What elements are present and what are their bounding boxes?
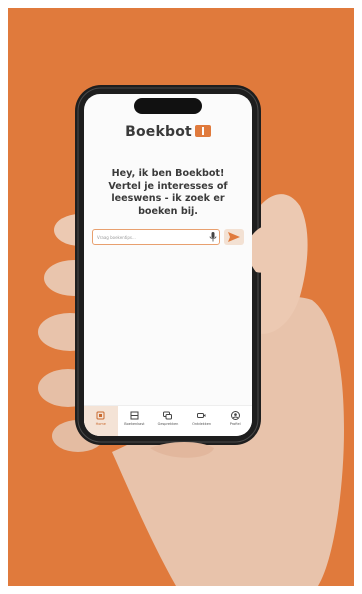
book-logo-icon xyxy=(194,125,211,137)
greeting-text: Hey, ik ben Boekbot! Vertel je interesse… xyxy=(108,168,228,217)
photo-frame: Boekbot Hey, ik ben Boekbot! Vertel je i… xyxy=(0,0,362,594)
nav-label: Ontdekken xyxy=(192,422,212,426)
app-title: Boekbot xyxy=(125,124,192,140)
nav-label: Profiel xyxy=(229,422,241,426)
discover-icon xyxy=(197,413,206,418)
nav-label: Boekenkast xyxy=(124,422,145,426)
send-arrow-icon xyxy=(228,232,240,242)
nav-item-chats[interactable]: Gesprekken xyxy=(151,406,185,436)
bottom-nav: Home Boekenkast Gesprekken Ontdekken Pro… xyxy=(84,405,252,436)
search-input[interactable]: Vraag boekentips... xyxy=(92,229,220,245)
nav-label: Gesprekken xyxy=(157,422,179,426)
phone-screen: Boekbot Hey, ik ben Boekbot! Vertel je i… xyxy=(84,94,252,436)
app-brand: Boekbot xyxy=(84,124,252,140)
dynamic-island xyxy=(134,98,202,114)
home-icon xyxy=(96,411,105,420)
nav-item-discover[interactable]: Ontdekken xyxy=(185,406,219,436)
microphone-icon[interactable] xyxy=(209,232,217,242)
nav-item-bookshelf[interactable]: Boekenkast xyxy=(118,406,152,436)
profile-icon xyxy=(230,411,240,420)
nav-item-home[interactable]: Home xyxy=(84,406,118,436)
nav-item-profile[interactable]: Profiel xyxy=(218,406,252,436)
search-row: Vraag boekentips... xyxy=(92,229,244,247)
bookshelf-icon xyxy=(130,411,139,420)
chat-icon xyxy=(163,411,173,420)
send-button[interactable] xyxy=(224,229,244,245)
nav-label: Home xyxy=(95,422,106,426)
